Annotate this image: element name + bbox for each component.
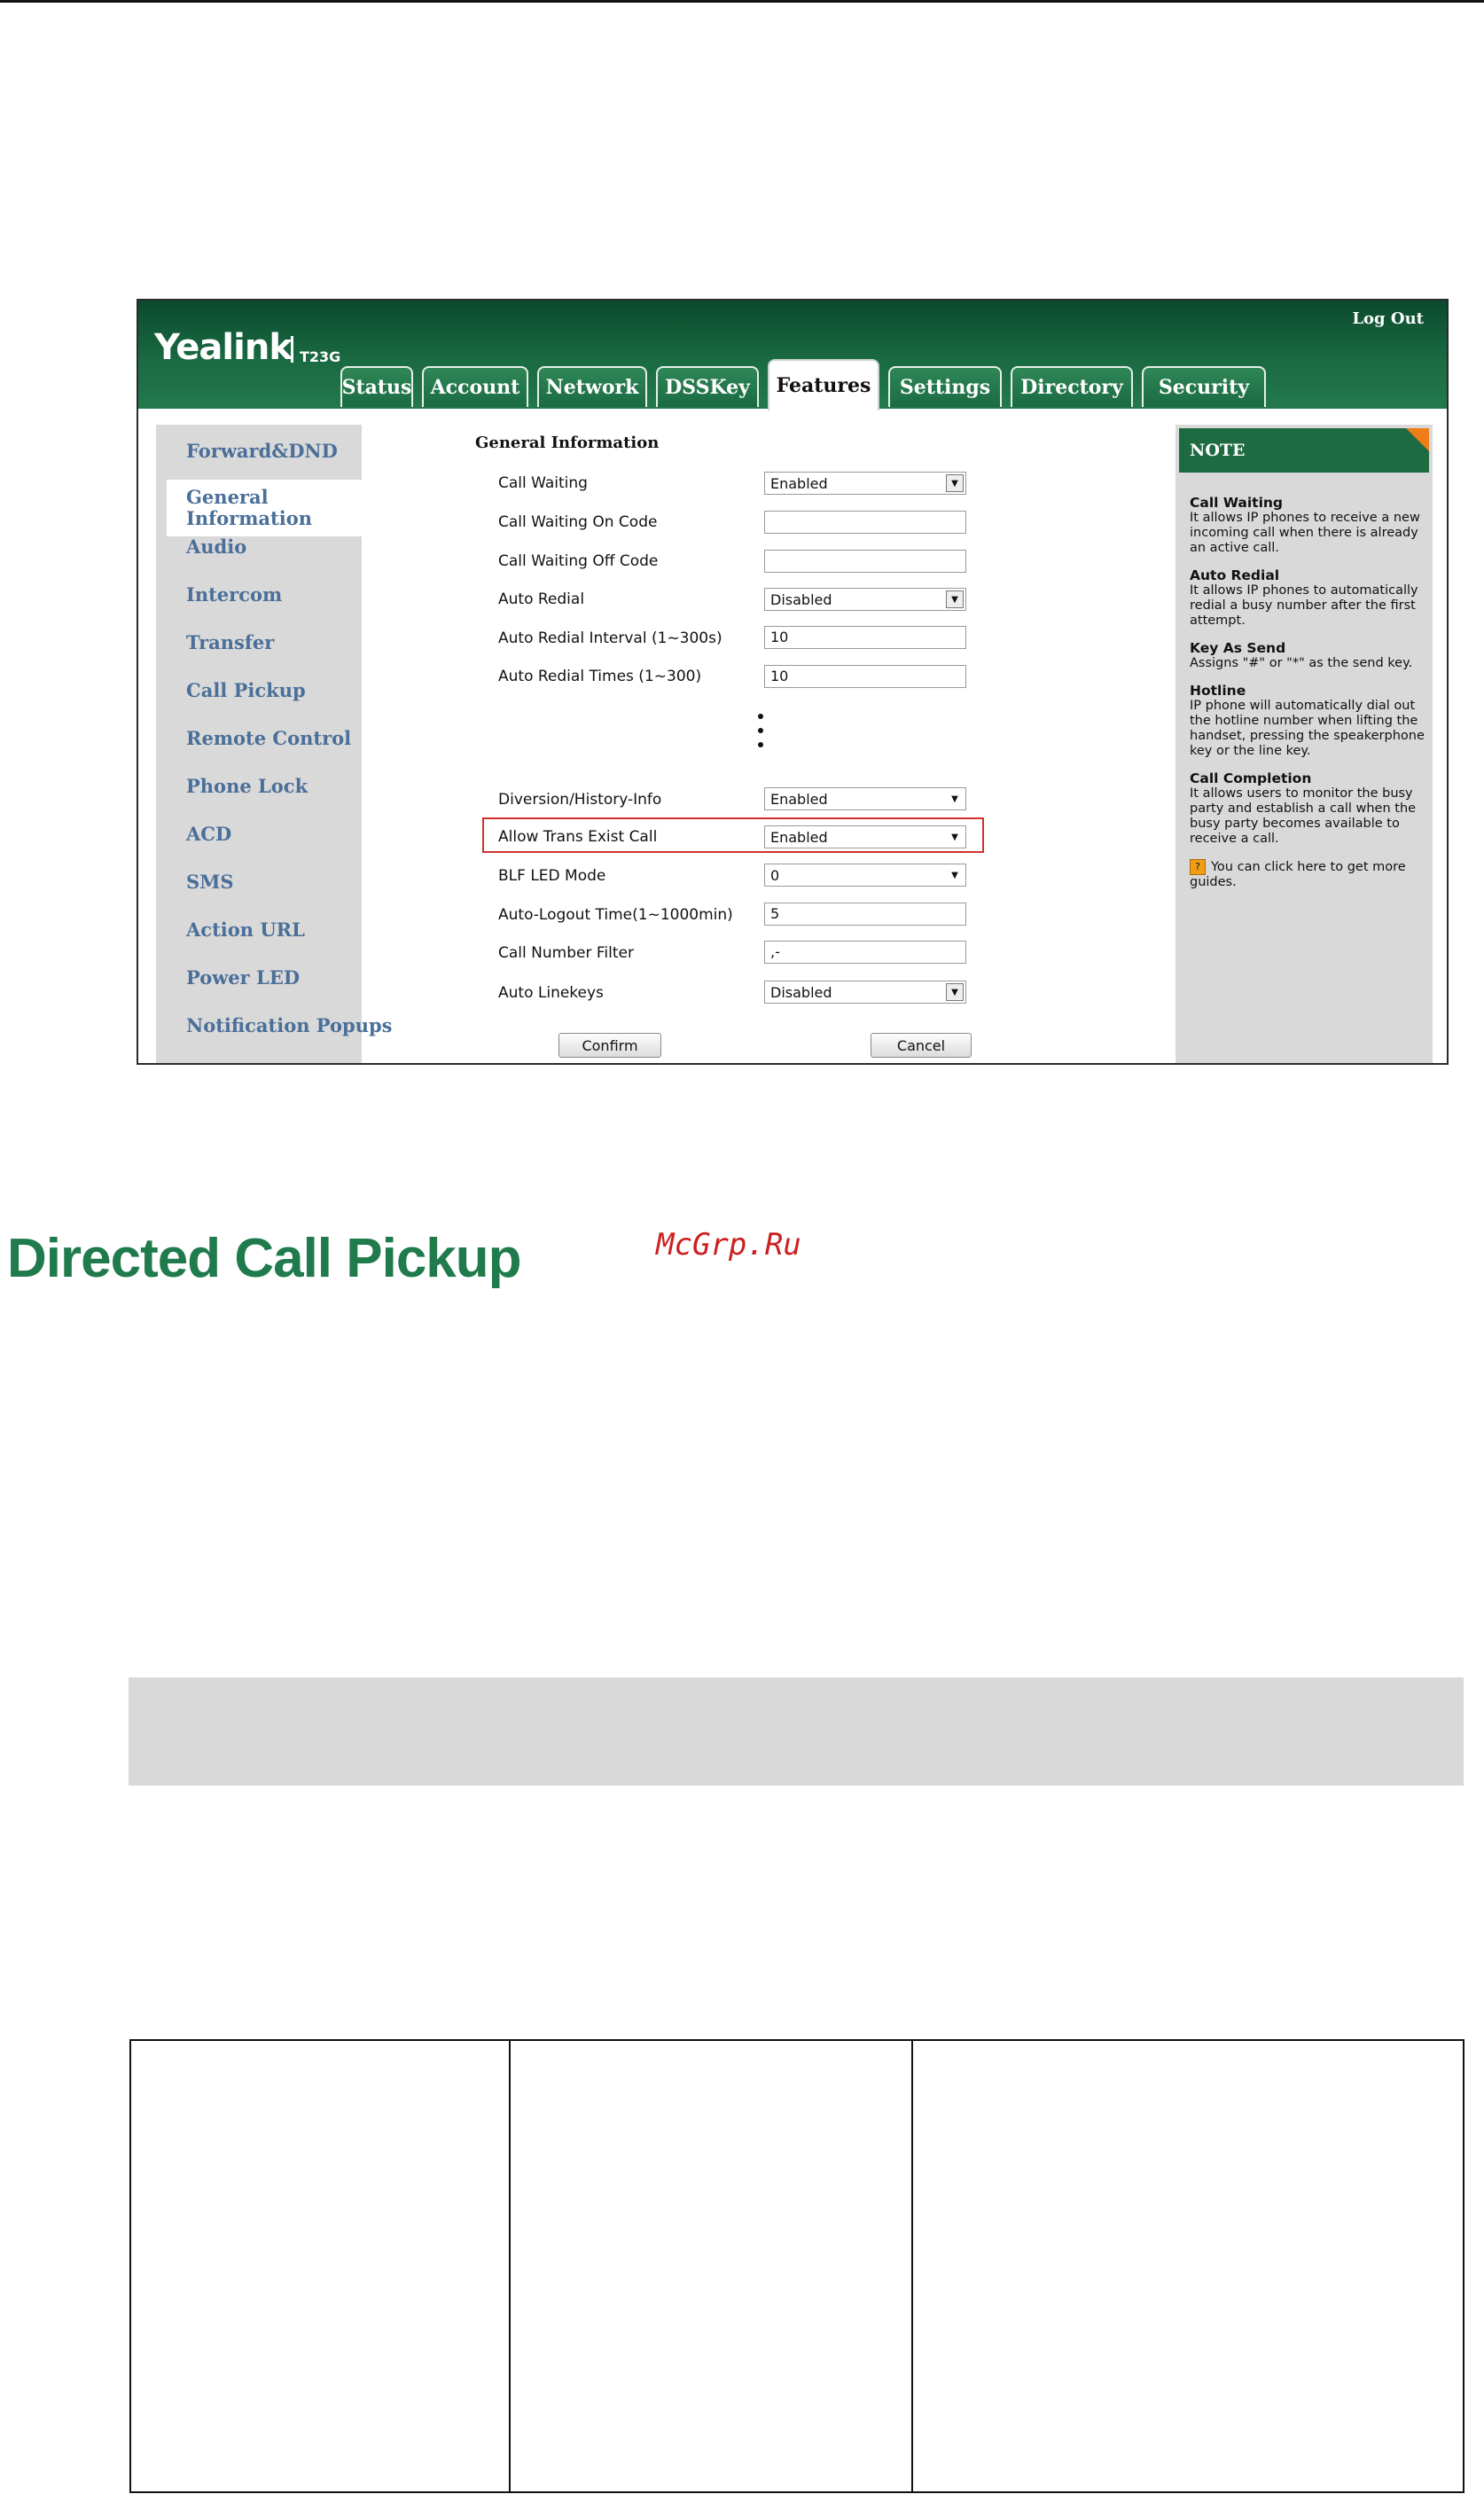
note-section: Auto Redial It allows IP phones to autom… <box>1190 568 1425 629</box>
auto-redial-times-label: Auto Redial Times (1~300) <box>498 668 702 685</box>
auto-linekeys-select[interactable]: Disabled ▼ <box>764 981 966 1004</box>
shaded-note-box <box>129 1677 1464 1786</box>
sidebar-item-power-led[interactable]: Power LED <box>186 967 363 989</box>
call-number-filter-input[interactable]: ,- <box>764 941 966 964</box>
auto-logout-time-input[interactable]: 5 <box>764 903 966 926</box>
chevron-down-icon: ▼ <box>946 590 964 608</box>
guide-text: You can click here to get more guides. <box>1190 860 1406 889</box>
auto-redial-select[interactable]: Disabled ▼ <box>764 588 966 611</box>
auto-redial-value: Disabled <box>770 590 832 608</box>
chevron-down-icon: ▼ <box>951 832 958 842</box>
note-heading: Call Completion <box>1190 770 1312 786</box>
note-heading: Key As Send <box>1190 640 1286 656</box>
tab-dsskey[interactable]: DSSKey <box>656 366 759 407</box>
sidebar-item-call-pickup[interactable]: Call Pickup <box>186 680 363 701</box>
note-text: Assigns "#" or "*" as the send key. <box>1190 656 1413 670</box>
sidebar-item-general-information[interactable]: General Information <box>167 480 372 536</box>
chevron-down-icon: ▼ <box>946 474 964 492</box>
auto-logout-time-label: Auto-Logout Time(1~1000min) <box>498 906 733 924</box>
sidebar-item-sms[interactable]: SMS <box>186 872 363 893</box>
parameter-table <box>129 2039 1464 2493</box>
call-waiting-off-code-label: Call Waiting Off Code <box>498 552 659 570</box>
tab-settings[interactable]: Settings <box>888 366 1002 407</box>
sidebar-item-transfer[interactable]: Transfer <box>186 632 363 653</box>
section-title: General Information <box>475 434 660 452</box>
call-number-filter-label: Call Number Filter <box>498 944 634 962</box>
note-section: Hotline IP phone will automatically dial… <box>1190 684 1425 759</box>
auto-redial-interval-label: Auto Redial Interval (1~300s) <box>498 629 722 647</box>
auto-redial-label: Auto Redial <box>498 590 585 608</box>
sidebar-item-notification-popups[interactable]: Notification Popups <box>186 1015 393 1036</box>
blf-led-mode-label: BLF LED Mode <box>498 867 606 885</box>
note-heading: Call Waiting <box>1190 495 1284 511</box>
diversion-history-info-label: Diversion/History-Info <box>498 791 662 809</box>
table-column-divider <box>911 2041 913 2491</box>
tab-status[interactable]: Status <box>340 366 413 407</box>
page-top-rule <box>0 0 1484 3</box>
logo-separator <box>291 336 293 363</box>
sidebar: Forward&DND General Information Audio In… <box>156 425 393 1063</box>
chevron-down-icon: ▼ <box>951 870 958 880</box>
call-waiting-on-code-label: Call Waiting On Code <box>498 513 658 531</box>
tab-security[interactable]: Security <box>1142 366 1266 407</box>
call-waiting-on-code-input[interactable] <box>764 511 966 534</box>
sidebar-item-forward-dnd[interactable]: Forward&DND <box>186 441 363 462</box>
blf-led-mode-select[interactable]: 0 ▼ <box>764 864 966 887</box>
table-column-divider <box>509 2041 511 2491</box>
auto-linekeys-value: Disabled <box>770 983 832 1001</box>
blf-led-mode-value: 0 <box>770 866 780 884</box>
auto-linekeys-label: Auto Linekeys <box>498 984 604 1002</box>
watermark: McGrp.Ru <box>656 1227 801 1263</box>
sidebar-item-phone-lock[interactable]: Phone Lock <box>186 776 363 797</box>
note-title: NOTE <box>1179 428 1429 473</box>
cancel-button[interactable]: Cancel <box>871 1033 972 1058</box>
note-body: Call Waiting It allows IP phones to rece… <box>1190 496 1425 890</box>
note-section: Key As Send Assigns "#" or "*" as the se… <box>1190 641 1425 671</box>
guide-link[interactable]: ? You can click here to get more guides. <box>1190 859 1425 890</box>
auto-redial-interval-input[interactable]: 10 <box>764 626 966 649</box>
web-ui-screenshot: Yealink T23G Log Out Status Account Netw… <box>137 299 1449 1065</box>
note-corner-flag <box>1406 428 1429 451</box>
help-icon: ? <box>1190 859 1206 875</box>
omission-dots <box>758 714 763 749</box>
model-label: T23G <box>300 348 341 365</box>
logout-link[interactable]: Log Out <box>1352 309 1424 328</box>
sidebar-item-acd[interactable]: ACD <box>186 824 363 845</box>
auto-redial-times-input[interactable]: 10 <box>764 665 966 688</box>
sidebar-item-remote-control[interactable]: Remote Control <box>186 728 363 749</box>
diversion-history-info-value: Enabled <box>770 790 828 808</box>
note-heading: Auto Redial <box>1190 567 1280 583</box>
chevron-down-icon: ▼ <box>951 794 958 804</box>
call-waiting-select[interactable]: Enabled ▼ <box>764 472 966 495</box>
note-text: IP phone will automatically dial out the… <box>1190 699 1425 758</box>
note-text: It allows IP phones to automatically red… <box>1190 583 1418 628</box>
sidebar-item-audio[interactable]: Audio <box>186 536 363 558</box>
note-text: It allows IP phones to receive a new inc… <box>1190 511 1420 555</box>
confirm-button[interactable]: Confirm <box>558 1033 661 1058</box>
note-section: Call Completion It allows users to monit… <box>1190 771 1425 847</box>
note-panel: NOTE Call Waiting It allows IP phones to… <box>1175 425 1433 1063</box>
tab-network[interactable]: Network <box>537 366 647 407</box>
tab-features[interactable]: Features <box>768 359 879 410</box>
note-text: It allows users to monitor the busy part… <box>1190 786 1417 846</box>
allow-trans-exist-call-select[interactable]: Enabled ▼ <box>764 825 966 848</box>
chevron-down-icon: ▼ <box>946 983 964 1001</box>
sidebar-item-action-url[interactable]: Action URL <box>186 919 363 941</box>
note-heading: Hotline <box>1190 683 1246 699</box>
call-waiting-value: Enabled <box>770 474 828 492</box>
call-waiting-off-code-input[interactable] <box>764 550 966 573</box>
yealink-logo: Yealink <box>154 327 293 368</box>
note-section: Call Waiting It allows IP phones to rece… <box>1190 496 1425 556</box>
tab-directory[interactable]: Directory <box>1011 366 1133 407</box>
diversion-history-info-select[interactable]: Enabled ▼ <box>764 787 966 810</box>
call-waiting-label: Call Waiting <box>498 474 588 492</box>
allow-trans-exist-call-label: Allow Trans Exist Call <box>498 828 658 846</box>
tab-account[interactable]: Account <box>422 366 528 407</box>
sidebar-item-intercom[interactable]: Intercom <box>186 584 363 606</box>
allow-trans-exist-call-value: Enabled <box>770 828 828 846</box>
header-bar: Yealink T23G Log Out Status Account Netw… <box>138 301 1447 410</box>
section-heading: Directed Call Pickup <box>7 1228 522 1289</box>
